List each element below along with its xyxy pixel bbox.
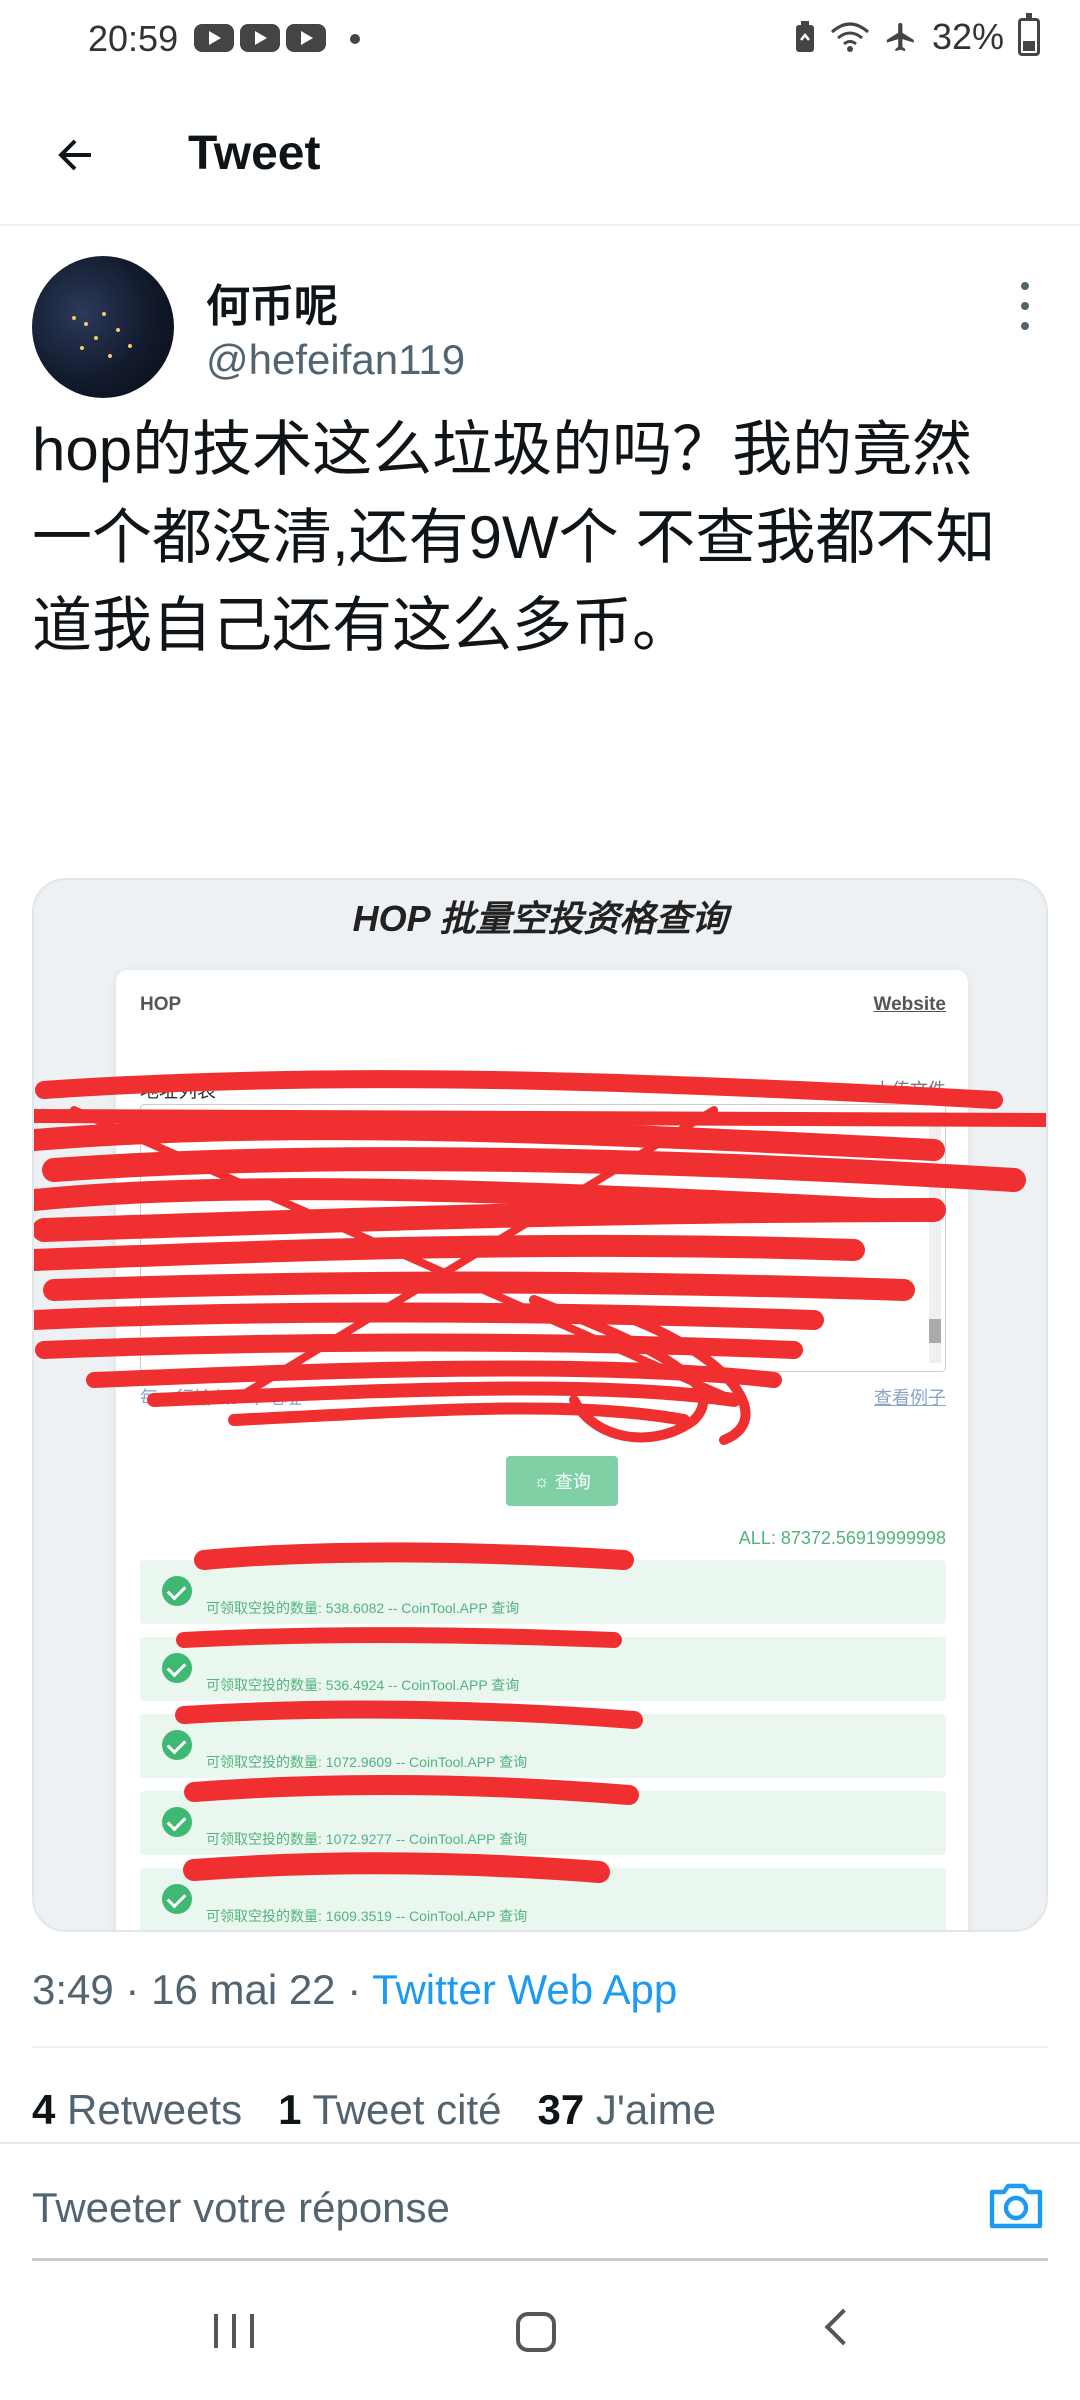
battery-icon	[1018, 13, 1040, 56]
meta-separator: ·	[347, 1966, 362, 2013]
avatar[interactable]	[32, 256, 174, 398]
quotes-label: Tweet cité	[312, 2086, 502, 2133]
status-bar: 20:59 32%	[0, 0, 1080, 80]
arrow-left-icon	[58, 139, 91, 171]
tweet-source-link[interactable]: Twitter Web App	[372, 1966, 677, 2013]
top-app-bar: Tweet	[0, 80, 1080, 226]
youtube-icon	[240, 24, 280, 52]
status-time: 20:59	[88, 18, 179, 59]
more-dot-icon	[1021, 322, 1029, 330]
battery-percent: 32%	[931, 16, 1004, 57]
system-nav-bar	[0, 2262, 1080, 2400]
author-handle[interactable]: @hefeifan119	[206, 336, 465, 384]
more-dot-icon	[1021, 282, 1029, 290]
likes-label: J'aime	[595, 2086, 716, 2133]
reply-input[interactable]: Tweeter votre réponse	[32, 2184, 450, 2232]
quotes-count: 1	[278, 2086, 302, 2133]
tweet-text-line: hop的技术这么垃圾的吗？我的竟然	[32, 416, 973, 483]
youtube-icon	[286, 24, 326, 52]
tweet-text: hop的技术这么垃圾的吗？我的竟然 一个都没清,还有9W个 不查我都不知 道我自…	[32, 406, 1052, 670]
divider	[32, 2046, 1048, 2048]
home-button[interactable]	[516, 2312, 556, 2352]
reply-bar: Tweeter votre réponse	[0, 2142, 1080, 2260]
battery-saver-icon	[795, 21, 814, 52]
author-name[interactable]: 何币呢	[206, 270, 338, 334]
more-dot-icon	[1021, 302, 1029, 310]
redaction-scribble	[34, 1070, 1046, 1883]
camera-button[interactable]	[986, 2176, 1046, 2232]
retweets-label: Retweets	[67, 2086, 243, 2133]
meta-separator: ·	[125, 1966, 140, 2013]
tweet-time: 3:49	[32, 1966, 114, 2013]
system-back-button[interactable]	[824, 2308, 862, 2346]
retweets-count: 4	[32, 2086, 56, 2133]
recents-button[interactable]	[214, 2314, 254, 2348]
youtube-icon	[194, 24, 234, 52]
camera-icon	[989, 2183, 1043, 2229]
airplane-icon	[886, 22, 914, 52]
dot-icon	[350, 34, 360, 44]
reply-underline	[32, 2258, 1048, 2261]
page-title: Tweet	[188, 127, 321, 180]
more-options-button[interactable]	[1010, 276, 1040, 336]
back-button[interactable]	[40, 120, 110, 190]
wifi-icon	[830, 22, 869, 52]
tweet-text-line: 一个都没清,还有9W个 不查我都不知	[32, 504, 996, 571]
tweet-stats: 4 Retweets 1 Tweet cité 37 J'aime	[32, 2086, 716, 2134]
quotes-stat[interactable]: 1 Tweet cité	[278, 2086, 501, 2134]
tweet-date: 16 mai 22	[151, 1966, 336, 2013]
tweet-timestamp: 3:49 · 16 mai 22 · Twitter Web App	[32, 1966, 677, 2014]
tweet-text-line: 道我自己还有这么多币。	[32, 592, 692, 659]
likes-stat[interactable]: 37 J'aime	[537, 2086, 715, 2134]
likes-count: 37	[537, 2086, 585, 2133]
tweet-media-image[interactable]: HOP 批量空投资格查询 HOP Website 地址列表 上传文件 每一行输入…	[32, 878, 1048, 1932]
retweets-stat[interactable]: 4 Retweets	[32, 2086, 242, 2134]
